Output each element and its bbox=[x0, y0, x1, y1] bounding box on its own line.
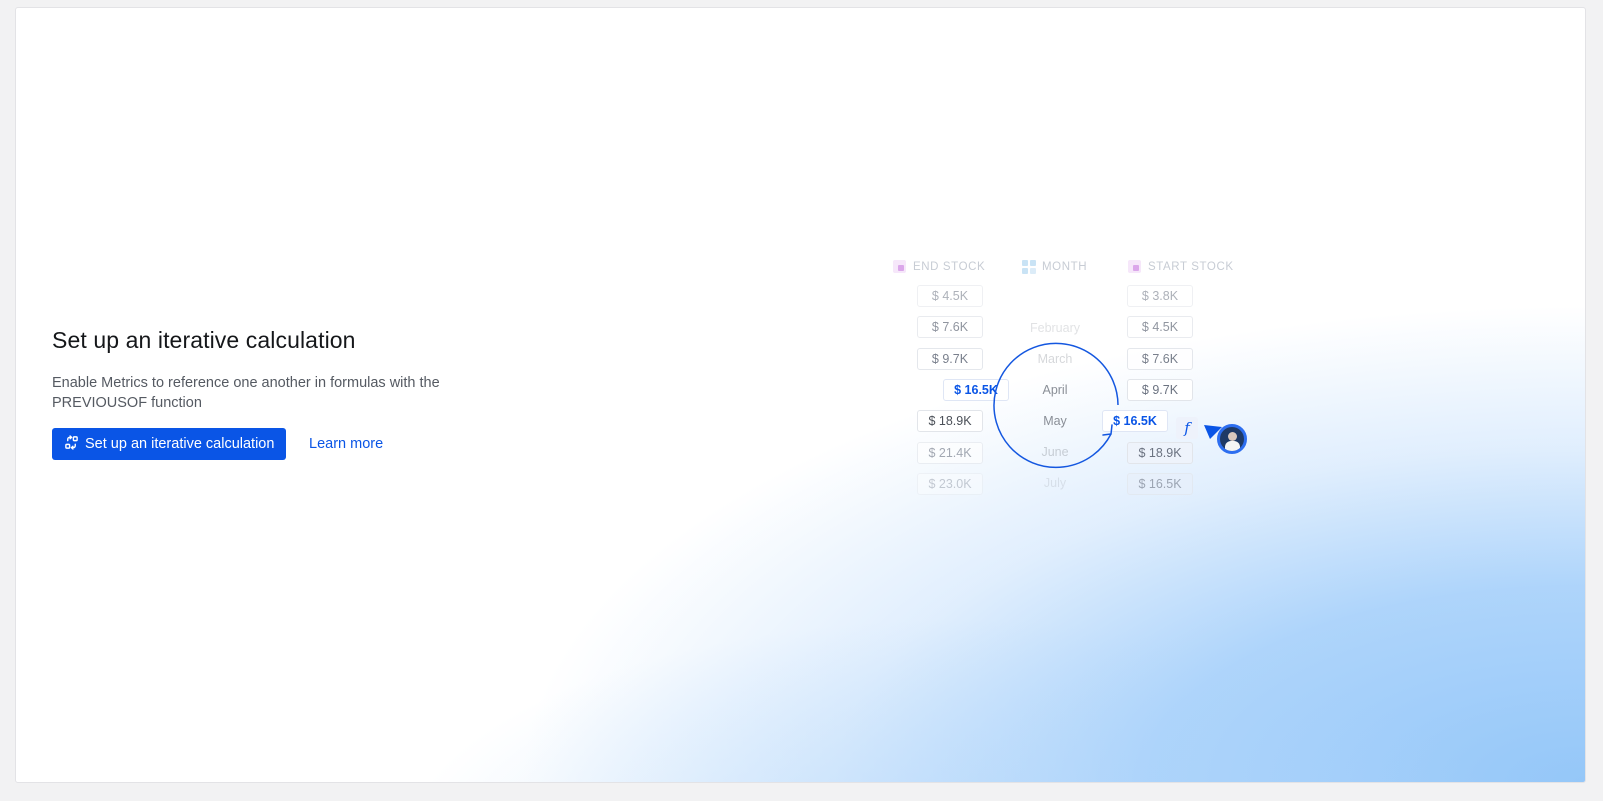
dimension-grid-icon bbox=[1022, 260, 1036, 274]
start-stock-header: START STOCK bbox=[1128, 260, 1234, 273]
end-stock-cell: $ 4.5K bbox=[917, 285, 983, 307]
month-cell: February bbox=[1029, 321, 1081, 335]
empty-state-card: Set up an iterative calculation Enable M… bbox=[15, 7, 1586, 783]
end-stock-header-label: END STOCK bbox=[913, 260, 986, 273]
end-stock-header: END STOCK bbox=[893, 260, 985, 273]
user-avatar bbox=[1217, 424, 1247, 454]
month-header: MONTH bbox=[1022, 260, 1088, 274]
start-stock-cell: $ 16.5K bbox=[1127, 473, 1193, 495]
end-stock-cell: $ 21.4K bbox=[917, 442, 983, 464]
end-stock-cell: $ 9.7K bbox=[917, 348, 983, 370]
metric-icon bbox=[1128, 260, 1141, 273]
end-stock-cell: $ 7.6K bbox=[917, 316, 983, 338]
month-header-label: MONTH bbox=[1042, 260, 1088, 273]
start-stock-cell: $ 9.7K bbox=[1127, 379, 1193, 401]
start-stock-cell: $ 3.8K bbox=[1127, 285, 1193, 307]
loop-circle-arrow-icon bbox=[993, 342, 1119, 469]
function-icon: f bbox=[1176, 417, 1198, 439]
month-cell: July bbox=[1043, 476, 1067, 490]
start-stock-header-label: START STOCK bbox=[1148, 260, 1234, 273]
iterative-calculation-illustration: END STOCK MONTH START STOCK $ 4.5K $ 7.6… bbox=[16, 8, 1585, 782]
start-stock-cell: $ 4.5K bbox=[1127, 316, 1193, 338]
end-stock-cell: $ 18.9K bbox=[917, 410, 983, 432]
start-stock-cell: $ 18.9K bbox=[1127, 442, 1193, 464]
metric-icon bbox=[893, 260, 906, 273]
end-stock-cell: $ 23.0K bbox=[917, 473, 983, 495]
start-stock-cell: $ 7.6K bbox=[1127, 348, 1193, 370]
